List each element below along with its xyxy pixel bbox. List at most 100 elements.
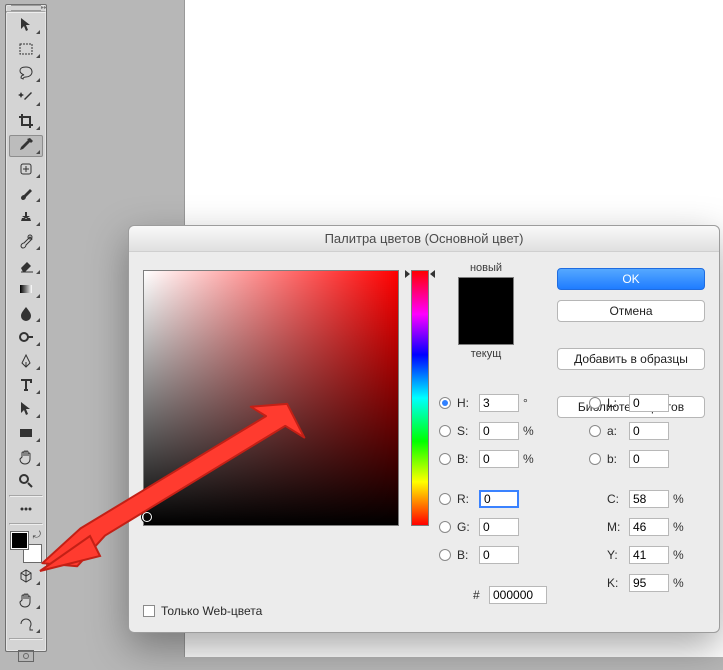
label-H: H: (457, 396, 475, 410)
hash-label: # (473, 588, 485, 602)
crop-tool-icon (18, 113, 34, 132)
input-H[interactable] (479, 394, 519, 412)
swap-colors-icon[interactable]: ⤾ (33, 530, 41, 541)
label-L: L: (607, 396, 625, 410)
healing-brush-tool-icon (18, 161, 34, 180)
input-a[interactable] (629, 422, 669, 440)
input-Bhsb[interactable] (479, 450, 519, 468)
unit-S: % (523, 424, 537, 438)
edit-toolbar-tool[interactable] (9, 499, 43, 521)
eyedropper-tool-icon (18, 137, 34, 156)
radio-blab[interactable] (589, 453, 601, 465)
move-tool[interactable] (9, 15, 43, 37)
quick-mask-toggle[interactable] (9, 646, 43, 666)
input-R[interactable] (479, 490, 519, 508)
rotate-view-tool-icon (18, 616, 34, 635)
dialog-title[interactable]: Палитра цветов (Основной цвет) (129, 226, 719, 252)
sv-color-field[interactable] (143, 270, 399, 526)
zoom-tool[interactable] (9, 471, 43, 493)
pen-tool-icon (18, 353, 34, 372)
rotate-view-tool[interactable] (9, 614, 43, 636)
blur-tool[interactable] (9, 303, 43, 325)
magic-wand-tool-icon (18, 89, 34, 108)
unit-Y: % (673, 548, 687, 562)
brush-tool[interactable] (9, 183, 43, 205)
label-Bhsb: B: (457, 452, 475, 466)
row-blab: b: (589, 448, 705, 470)
current-label: текущ (439, 348, 533, 360)
input-G[interactable] (479, 518, 519, 536)
rectangle-shape-tool[interactable] (9, 423, 43, 445)
zoom-tool-icon (18, 473, 34, 492)
radio-R[interactable] (439, 493, 451, 505)
path-selection-tool[interactable] (9, 399, 43, 421)
input-Brgb[interactable] (479, 546, 519, 564)
row-a: a: (589, 420, 705, 442)
3d-tool-icon (18, 568, 34, 587)
magic-wand-tool[interactable] (9, 87, 43, 109)
path-selection-tool-icon (18, 401, 34, 420)
clone-stamp-tool[interactable] (9, 207, 43, 229)
add-swatch-button[interactable]: Добавить в образцы (557, 348, 705, 370)
preview-new (459, 278, 513, 311)
type-tool[interactable] (9, 375, 43, 397)
unit-K: % (673, 576, 687, 590)
radio-H[interactable] (439, 397, 451, 409)
preview-current (459, 311, 513, 344)
move-tool-icon (18, 17, 34, 36)
input-S[interactable] (479, 422, 519, 440)
label-M: M: (607, 520, 625, 534)
hue-slider[interactable] (411, 270, 429, 526)
foreground-color-swatch[interactable] (10, 531, 29, 550)
label-a: a: (607, 424, 625, 438)
pen-tool[interactable] (9, 351, 43, 373)
label-G: G: (457, 520, 475, 534)
radio-S[interactable] (439, 425, 451, 437)
label-C: C: (607, 492, 625, 506)
foreground-background-colors[interactable]: ⤾ (9, 530, 43, 564)
unit-C: % (673, 492, 687, 506)
healing-brush-tool[interactable] (9, 159, 43, 181)
input-M[interactable] (629, 518, 669, 536)
radio-Brgb[interactable] (439, 549, 451, 561)
input-C[interactable] (629, 490, 669, 508)
label-S: S: (457, 424, 475, 438)
ok-button[interactable]: OK (557, 268, 705, 290)
hand-tool-dup[interactable] (9, 590, 43, 612)
unit-Bhsb: % (523, 452, 537, 466)
input-hex[interactable] (489, 586, 547, 604)
radio-a[interactable] (589, 425, 601, 437)
color-picker-dialog: Палитра цветов (Основной цвет) новый тек… (128, 225, 720, 633)
input-L[interactable] (629, 394, 669, 412)
input-Y[interactable] (629, 546, 669, 564)
panel-grip[interactable] (6, 5, 46, 11)
label-blab: b: (607, 452, 625, 466)
input-K[interactable] (629, 574, 669, 592)
row-K: K: % (589, 572, 705, 594)
lab-cmyk-block: L: a: b: (589, 392, 705, 594)
radio-G[interactable] (439, 521, 451, 533)
cancel-button[interactable]: Отмена (557, 300, 705, 322)
radio-Bhsb[interactable] (439, 453, 451, 465)
blur-tool-icon (18, 305, 34, 324)
checkbox-icon[interactable] (143, 605, 155, 617)
input-blab[interactable] (629, 450, 669, 468)
hand-tool-dup-icon (18, 592, 34, 611)
hand-tool[interactable] (9, 447, 43, 469)
dodge-tool[interactable] (9, 327, 43, 349)
eyedropper-tool[interactable] (9, 135, 43, 157)
crop-tool[interactable] (9, 111, 43, 133)
dodge-tool-icon (18, 329, 34, 348)
preview-swatch[interactable] (458, 277, 514, 345)
gradient-tool[interactable] (9, 279, 43, 301)
web-colors-only[interactable]: Только Web-цвета (143, 604, 262, 618)
3d-tool[interactable] (9, 566, 43, 588)
history-brush-tool[interactable] (9, 231, 43, 253)
radio-L[interactable] (589, 397, 601, 409)
row-M: M: % (589, 516, 705, 538)
unit-M: % (673, 520, 687, 534)
lasso-tool[interactable] (9, 63, 43, 85)
quick-mask-icon (18, 650, 34, 662)
eraser-tool[interactable] (9, 255, 43, 277)
rectangular-marquee-tool[interactable] (9, 39, 43, 61)
